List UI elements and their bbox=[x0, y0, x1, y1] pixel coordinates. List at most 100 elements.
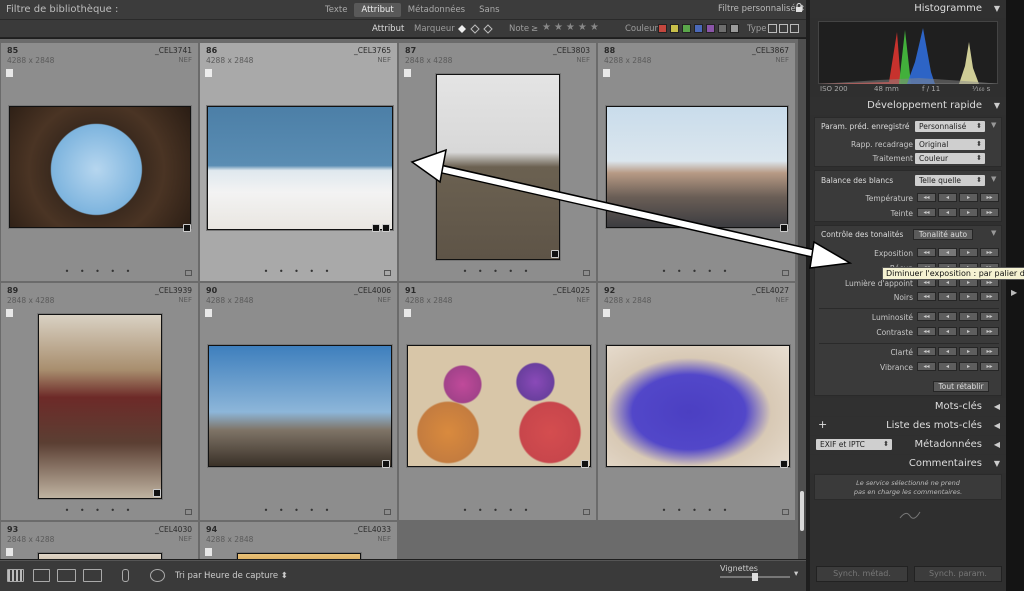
color-swatch[interactable] bbox=[682, 24, 691, 33]
sort-direction-icon[interactable] bbox=[150, 569, 165, 582]
tab-metadata[interactable]: Métadonnées bbox=[401, 3, 472, 17]
flag-icon[interactable] bbox=[404, 309, 411, 317]
rating-dots[interactable]: • • • • • bbox=[200, 267, 397, 276]
rating-dots[interactable]: • • • • • bbox=[1, 506, 198, 515]
white-balance-dropdown[interactable]: Telle quelle bbox=[915, 175, 985, 186]
increase-large-button[interactable]: ▸▸ bbox=[980, 362, 999, 371]
flag-icon[interactable] bbox=[205, 69, 212, 77]
expand-triangle-icon[interactable]: ◀ bbox=[994, 440, 1000, 449]
flag-icon[interactable] bbox=[603, 309, 610, 317]
decrease-large-button[interactable]: ◂◂ bbox=[917, 292, 936, 301]
rating-dots[interactable]: • • • • • bbox=[598, 267, 795, 276]
decrease-large-button[interactable]: ◂◂ bbox=[917, 327, 936, 336]
flag-icon[interactable] bbox=[205, 309, 212, 317]
increase-button[interactable]: ▸ bbox=[959, 347, 978, 356]
rating-dots[interactable]: • • • • • bbox=[1, 267, 198, 276]
collapse-triangle-icon[interactable]: ▼ bbox=[994, 459, 1000, 468]
decrease-large-button[interactable]: ◂◂ bbox=[917, 208, 936, 217]
photo-thumbnail[interactable] bbox=[38, 314, 162, 499]
tab-none[interactable]: Sans bbox=[472, 3, 506, 17]
flag-icon[interactable] bbox=[603, 69, 610, 77]
tab-attribute[interactable]: Attribut bbox=[354, 3, 401, 17]
photo-thumbnail[interactable] bbox=[436, 74, 560, 260]
photo-thumbnail[interactable] bbox=[38, 553, 162, 559]
collapse-triangle-icon[interactable]: ▼ bbox=[991, 175, 996, 183]
sort-dropdown[interactable]: Heure de capture ⬍ bbox=[204, 571, 288, 581]
grid-cell[interactable]: 89 2848 x 4288 _CEL3939 NEF • • • • • bbox=[1, 283, 199, 521]
collapse-triangle-icon[interactable]: ▼ bbox=[991, 229, 996, 237]
tab-text[interactable]: Texte bbox=[318, 3, 354, 17]
photo-thumbnail[interactable] bbox=[606, 106, 788, 228]
decrease-large-button[interactable]: ◂◂ bbox=[917, 193, 936, 202]
color-swatch[interactable] bbox=[730, 24, 739, 33]
color-swatch[interactable] bbox=[706, 24, 715, 33]
decrease-large-button[interactable]: ◂◂ bbox=[917, 347, 936, 356]
increase-large-button[interactable]: ▸▸ bbox=[980, 312, 999, 321]
grid-cell[interactable]: 88 4288 x 2848 _CEL3867 NEF • • • • • bbox=[598, 43, 796, 282]
decrease-button[interactable]: ◂ bbox=[938, 362, 957, 371]
increase-large-button[interactable]: ▸▸ bbox=[980, 327, 999, 336]
panel-header-histogram[interactable]: Histogramme ▼ bbox=[810, 0, 1006, 18]
rotate-icon[interactable] bbox=[384, 270, 391, 276]
expand-triangle-icon[interactable]: ◀ bbox=[994, 402, 1000, 411]
decrease-button[interactable]: ◂ bbox=[938, 347, 957, 356]
flag-filter-icons[interactable] bbox=[455, 23, 497, 35]
increase-button[interactable]: ▸ bbox=[959, 193, 978, 202]
grid-cell-selected[interactable]: 86 4288 x 2848 _CEL3765 NEF • • • • • bbox=[200, 43, 398, 282]
increase-large-button[interactable]: ▸▸ bbox=[980, 248, 999, 257]
color-swatch[interactable] bbox=[694, 24, 703, 33]
panel-header-keywords[interactable]: Mots-clés ◀ bbox=[810, 398, 1006, 416]
grid-cell[interactable]: 87 2848 x 4288 _CEL3803 NEF • • • • • bbox=[399, 43, 597, 282]
increase-large-button[interactable]: ▸▸ bbox=[980, 347, 999, 356]
photo-thumbnail[interactable] bbox=[207, 106, 393, 230]
rating-dots[interactable]: • • • • • bbox=[399, 506, 596, 515]
toolbar-menu-chevron-icon[interactable]: ▾ bbox=[794, 569, 798, 579]
rating-stars[interactable]: ★★★★★ bbox=[542, 22, 602, 33]
panel-header-comments[interactable]: Commentaires ▼ bbox=[810, 455, 1006, 473]
add-keyword-icon[interactable]: + bbox=[818, 418, 827, 431]
expand-triangle-icon[interactable]: ◀ bbox=[994, 421, 1000, 430]
saved-preset-dropdown[interactable]: Personnalisé bbox=[915, 121, 985, 132]
color-swatch[interactable] bbox=[670, 24, 679, 33]
panel-toggle-icon[interactable]: ▶ bbox=[1011, 288, 1017, 297]
auto-tone-button[interactable]: Tonalité auto bbox=[913, 229, 973, 240]
flag-icon[interactable] bbox=[6, 69, 13, 77]
sync-metadata-button[interactable]: Synch. métad. bbox=[816, 566, 908, 582]
flag-icon[interactable] bbox=[6, 548, 13, 556]
decrease-large-button[interactable]: ◂◂ bbox=[917, 362, 936, 371]
decrease-button[interactable]: ◂ bbox=[938, 292, 957, 301]
rotate-icon[interactable] bbox=[782, 270, 789, 276]
increase-large-button[interactable]: ▸▸ bbox=[980, 292, 999, 301]
grid-cell[interactable]: 94 4288 x 2848 _CEL4033 NEF bbox=[200, 522, 398, 559]
increase-button[interactable]: ▸ bbox=[959, 362, 978, 371]
collapse-triangle-icon[interactable]: ▼ bbox=[991, 121, 996, 129]
grid-cell[interactable]: 90 4288 x 2848 _CEL4006 NEF • • • • • bbox=[200, 283, 398, 521]
decrease-button[interactable]: ◂ bbox=[938, 193, 957, 202]
flag-icon[interactable] bbox=[6, 309, 13, 317]
decrease-button[interactable]: ◂ bbox=[938, 312, 957, 321]
collapse-triangle-icon[interactable]: ▼ bbox=[994, 101, 1000, 110]
slider-knob[interactable] bbox=[752, 573, 758, 581]
sync-settings-button[interactable]: Synch. param. bbox=[914, 566, 1002, 582]
color-swatch[interactable] bbox=[718, 24, 727, 33]
decrease-large-button[interactable]: ◂◂ bbox=[917, 312, 936, 321]
lock-icon[interactable] bbox=[795, 3, 803, 13]
rotate-icon[interactable] bbox=[583, 270, 590, 276]
increase-button[interactable]: ▸ bbox=[959, 208, 978, 217]
type-filter-icons[interactable] bbox=[768, 24, 799, 33]
increase-button[interactable]: ▸ bbox=[959, 312, 978, 321]
survey-view-icon[interactable] bbox=[83, 569, 102, 582]
collapse-triangle-icon[interactable]: ▼ bbox=[994, 4, 1000, 13]
panel-header-quick-develop[interactable]: Développement rapide ▼ bbox=[810, 97, 1006, 115]
grid-cell[interactable]: 92 4288 x 2848 _CEL4027 NEF • • • • • bbox=[598, 283, 796, 521]
metadata-preset-dropdown[interactable]: EXIF et IPTC bbox=[816, 439, 892, 450]
flag-icon[interactable] bbox=[404, 69, 411, 77]
scrollbar-thumb[interactable] bbox=[800, 491, 804, 531]
increase-button[interactable]: ▸ bbox=[959, 327, 978, 336]
grid-view-icon[interactable] bbox=[7, 569, 24, 582]
decrease-button[interactable]: ◂ bbox=[938, 248, 957, 257]
increase-button[interactable]: ▸ bbox=[959, 248, 978, 257]
grid-scrollbar[interactable] bbox=[798, 39, 806, 559]
grid-cell[interactable]: 91 4288 x 2848 _CEL4025 NEF • • • • • bbox=[399, 283, 597, 521]
rating-dots[interactable]: • • • • • bbox=[598, 506, 795, 515]
